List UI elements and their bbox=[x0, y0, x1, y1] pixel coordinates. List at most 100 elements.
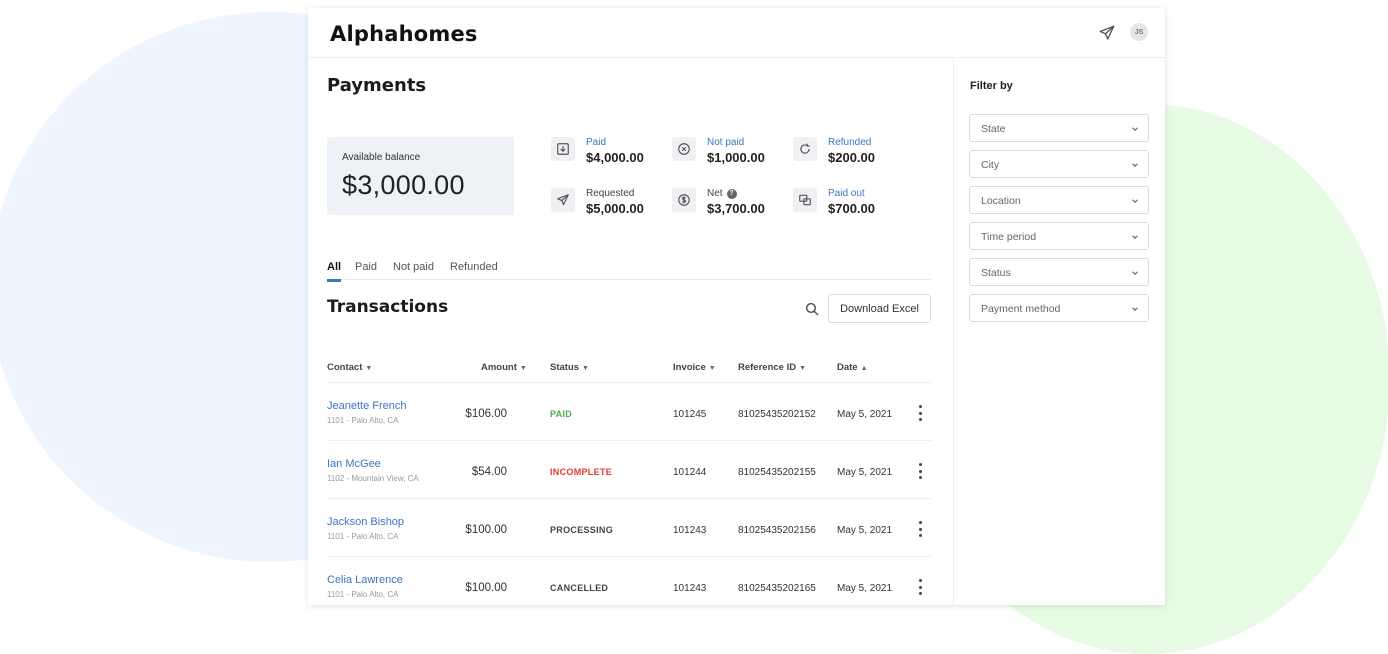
status-badge: PROCESSING bbox=[550, 525, 614, 535]
filter-label: City bbox=[981, 159, 1000, 171]
chevron-down-icon bbox=[1132, 235, 1138, 240]
filter-payment-method-select[interactable]: Payment method bbox=[969, 294, 1149, 322]
amount: $54.00 bbox=[471, 466, 507, 478]
chevron-down-icon bbox=[1132, 307, 1138, 312]
contact-address: 1101 - Palo Alto, CA bbox=[327, 416, 399, 425]
stat-refunded: Refunded $200.00 bbox=[793, 137, 913, 177]
app-title: Alphahomes bbox=[330, 22, 478, 46]
contact-name[interactable]: Ian McGee bbox=[327, 458, 381, 470]
filter-sidebar: Filter by State City Location Time perio… bbox=[953, 58, 1165, 605]
app-window: Alphahomes JS Payments Available balance… bbox=[308, 8, 1165, 605]
table-row[interactable]: Jeanette French 1101 - Palo Alto, CA $10… bbox=[327, 383, 931, 441]
invoice-number: 101245 bbox=[673, 409, 707, 420]
more-vertical-icon[interactable] bbox=[916, 579, 924, 595]
send-icon[interactable] bbox=[1098, 24, 1116, 42]
stat-label: Refunded bbox=[828, 137, 872, 148]
tab-all[interactable]: All bbox=[327, 261, 342, 282]
filter-title: Filter by bbox=[970, 80, 1013, 92]
column-header-label: Contact bbox=[327, 362, 363, 373]
column-header-status[interactable]: Status ▼ bbox=[550, 362, 589, 373]
amount: $100.00 bbox=[465, 524, 507, 536]
stat-value: $3,700.00 bbox=[707, 201, 765, 216]
stat-net: Net? $3,700.00 bbox=[672, 188, 792, 228]
column-header-label: Reference ID bbox=[738, 362, 797, 373]
refresh-icon bbox=[793, 137, 817, 161]
tab-refunded[interactable]: Refunded bbox=[450, 261, 498, 273]
reference-id: 81025435202155 bbox=[738, 467, 816, 478]
download-box-icon bbox=[551, 137, 575, 161]
chevron-down-icon bbox=[1132, 163, 1138, 168]
column-header-label: Amount bbox=[481, 362, 517, 373]
column-header-contact[interactable]: Contact ▼ bbox=[327, 362, 372, 373]
sort-down-icon: ▼ bbox=[519, 365, 527, 372]
stat-not-paid: Not paid $1,000.00 bbox=[672, 137, 792, 177]
more-vertical-icon[interactable] bbox=[916, 521, 924, 537]
table-row[interactable]: Jackson Bishop 1101 - Palo Alto, CA $100… bbox=[327, 499, 931, 557]
column-header-date[interactable]: Date ▲ bbox=[837, 362, 868, 373]
filter-label: Location bbox=[981, 195, 1021, 207]
x-circle-icon bbox=[672, 137, 696, 161]
page-title: Payments bbox=[327, 75, 427, 96]
reference-id: 81025435202165 bbox=[738, 583, 816, 594]
column-header-label: Date bbox=[837, 362, 858, 373]
contact-name[interactable]: Jackson Bishop bbox=[327, 516, 404, 528]
more-vertical-icon[interactable] bbox=[916, 463, 924, 479]
filter-time-period-select[interactable]: Time period bbox=[969, 222, 1149, 250]
contact-address: 1101 - Palo Alto, CA bbox=[327, 532, 399, 541]
column-header-reference-id[interactable]: Reference ID ▼ bbox=[738, 362, 806, 373]
stat-label: Net? bbox=[707, 188, 737, 199]
balance-card: Available balance $3,000.00 bbox=[327, 137, 514, 215]
date: May 5, 2021 bbox=[837, 525, 893, 536]
contact-address: 1101 - Palo Alto, CA bbox=[327, 590, 399, 599]
more-vertical-icon[interactable] bbox=[916, 405, 924, 421]
sort-down-icon: ▼ bbox=[582, 365, 589, 372]
invoice-number: 101243 bbox=[673, 583, 707, 594]
tab-paid[interactable]: Paid bbox=[355, 261, 377, 273]
contact-name[interactable]: Celia Lawrence bbox=[327, 574, 403, 586]
column-header-amount[interactable]: Amount ▼ bbox=[481, 362, 527, 373]
date: May 5, 2021 bbox=[837, 409, 893, 420]
filter-label: Time period bbox=[981, 231, 1037, 243]
reference-id: 81025435202156 bbox=[738, 525, 816, 536]
search-icon[interactable] bbox=[804, 301, 820, 317]
send-icon bbox=[551, 188, 575, 212]
amount: $106.00 bbox=[465, 408, 507, 420]
help-icon[interactable]: ? bbox=[726, 189, 737, 199]
transfer-icon bbox=[793, 188, 817, 212]
tab-label: All bbox=[327, 261, 342, 273]
stat-label: Not paid bbox=[707, 137, 745, 148]
download-excel-button[interactable]: Download Excel bbox=[828, 294, 931, 323]
filter-location-select[interactable]: Location bbox=[969, 186, 1149, 214]
stat-label-text: Net bbox=[707, 188, 723, 199]
date: May 5, 2021 bbox=[837, 467, 893, 478]
stat-value: $200.00 bbox=[828, 150, 875, 165]
filter-city-select[interactable]: City bbox=[969, 150, 1149, 178]
invoice-number: 101243 bbox=[673, 525, 707, 536]
stat-value: $4,000.00 bbox=[586, 150, 644, 165]
stat-paid: Paid $4,000.00 bbox=[551, 137, 671, 177]
reference-id: 81025435202152 bbox=[738, 409, 816, 420]
status-badge: CANCELLED bbox=[550, 583, 609, 593]
main-content: Payments Available balance $3,000.00 Pai… bbox=[308, 58, 953, 605]
column-header-label: Invoice bbox=[673, 362, 706, 373]
stage: Alphahomes JS Payments Available balance… bbox=[0, 0, 1388, 654]
active-tab-indicator bbox=[327, 279, 341, 282]
table-row[interactable]: Celia Lawrence 1101 - Palo Alto, CA $100… bbox=[327, 557, 931, 605]
filter-status-select[interactable]: Status bbox=[969, 258, 1149, 286]
status-badge: INCOMPLETE bbox=[550, 467, 613, 477]
sort-down-icon: ▼ bbox=[799, 365, 807, 372]
stat-label: Paid out bbox=[828, 188, 865, 199]
filter-state-select[interactable]: State bbox=[969, 114, 1149, 142]
table-header: Contact ▼ Amount ▼ Status ▼ Invoice ▼ Refere… bbox=[327, 353, 931, 383]
column-header-invoice[interactable]: Invoice ▼ bbox=[673, 362, 716, 373]
tab-not-paid[interactable]: Not paid bbox=[393, 261, 434, 273]
contact-name[interactable]: Jeanette French bbox=[327, 400, 407, 412]
stat-requested: Requested $5,000.00 bbox=[551, 188, 671, 228]
stat-paid-out: Paid out $700.00 bbox=[793, 188, 913, 228]
sort-up-icon: ▲ bbox=[860, 365, 868, 372]
chevron-down-icon bbox=[1132, 271, 1138, 276]
column-header-label: Status bbox=[550, 362, 580, 373]
table-row[interactable]: Ian McGee 1102 - Mountain View, CA $54.0… bbox=[327, 441, 931, 499]
avatar[interactable]: JS bbox=[1130, 23, 1148, 41]
invoice-number: 101244 bbox=[673, 467, 707, 478]
